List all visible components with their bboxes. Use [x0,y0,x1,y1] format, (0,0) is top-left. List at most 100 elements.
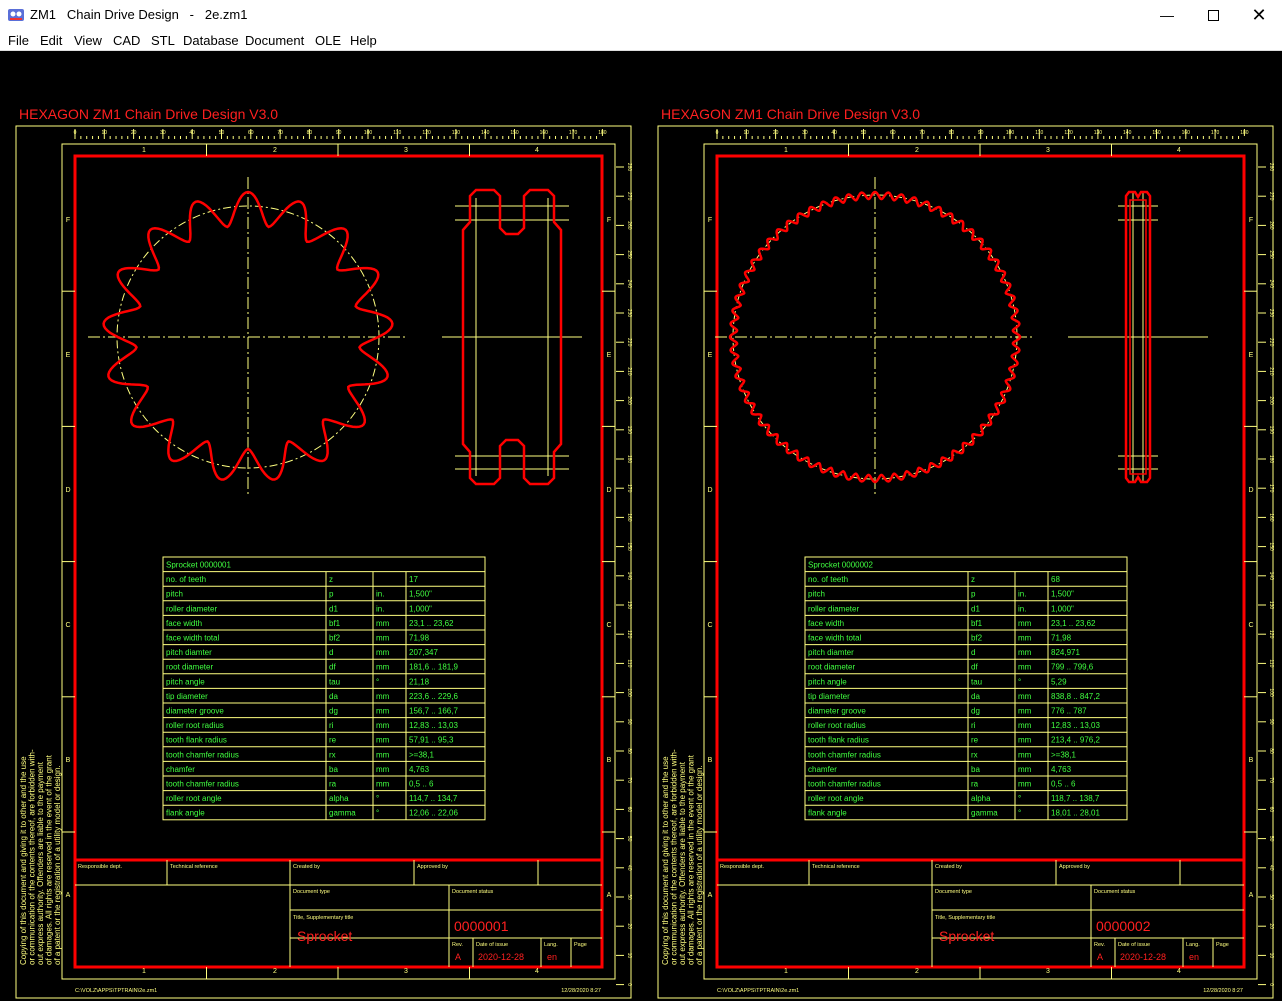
table-cell-symbol: bf2 [329,634,341,643]
table-cell-value: >=38,1 [1051,750,1076,759]
table-cell-unit: mm [1018,634,1032,643]
red-border [715,154,1246,969]
ruler-label: 140 [481,130,490,136]
ruler-label: 150 [626,542,632,551]
menu-cad[interactable]: CAD [113,33,140,48]
zone-row-label: D [707,487,712,494]
ruler-label: 170 [569,130,578,136]
ruler-label: 10 [626,953,632,959]
menu-help[interactable]: Help [350,33,377,48]
table-cell-unit: mm [1018,736,1032,745]
ruler-label: 280 [626,163,632,172]
zone-row-label: F [607,217,611,224]
table-cell-value: 118,7 .. 138,7 [1051,794,1100,803]
table-cell-name: no. of teeth [166,575,206,584]
tb-lang: en [547,952,557,962]
tb-responsible-label: Responsible dept. [720,864,765,870]
table-cell-symbol: da [329,692,338,701]
ruler-label: 70 [919,130,925,136]
ruler-label: 210 [1268,367,1274,376]
drawing-canvas[interactable]: HEXAGON ZM1 Chain Drive Design V3.00 10 20… [0,51,1282,1001]
ruler-label: 0 [716,130,719,136]
ruler-label: 140 [626,572,632,581]
tb-title: Sprocket [297,928,352,944]
table-cell-value: 17 [409,575,418,584]
zone-col-label: 1 [142,147,146,154]
zone-row-label: D [65,487,70,494]
table-cell-unit: mm [376,707,390,716]
menu-file[interactable]: File [8,33,29,48]
table-cell-symbol: gamma [329,809,356,818]
table-cell-name: tooth chamfer radius [808,750,881,759]
table-cell-symbol: bf2 [971,634,983,643]
table-cell-unit: mm [1018,619,1032,628]
menu-ole[interactable]: OLE [315,33,341,48]
tb-doc-type-label: Document type [293,889,330,895]
ruler-label: 160 [1182,130,1191,136]
zone-row-label: F [1249,217,1253,224]
table-cell-value: 18,01 .. 28,01 [1051,809,1100,818]
ruler-label: 0 [74,130,77,136]
ruler-label: 120 [626,630,632,639]
table-cell-unit: mm [376,721,390,730]
table-cell-unit: mm [1018,765,1032,774]
ruler-label: 40 [189,130,195,136]
ruler-label: 190 [626,426,632,435]
table-cell-symbol: rx [971,750,978,759]
zone-row-label: F [708,217,712,224]
table-cell-value: 824,971 [1051,648,1080,657]
table-cell-name: face width [166,619,202,628]
sprocket-profile [102,190,394,481]
zone-col-label: 4 [1177,147,1181,154]
table-cell-symbol: tau [971,677,982,686]
maximize-button[interactable] [1190,0,1236,30]
table-cell-value: 68 [1051,575,1060,584]
ruler-label: 0 [626,983,632,986]
table-cell-symbol: df [971,663,978,672]
table-cell-symbol: re [971,736,979,745]
tb-created-label: Created by [293,864,320,870]
ruler-label: 270 [626,192,632,201]
zone-row-label: F [66,217,70,224]
table-cell-value: 57,91 .. 95,3 [409,736,454,745]
table-cell-symbol: dg [329,707,338,716]
zone-row-label: E [607,352,612,359]
table-cell-symbol: gamma [971,809,998,818]
zone-row-label: B [66,757,71,764]
tb-page-label: Page [1216,942,1229,948]
table-cell-unit: mm [376,663,390,672]
ruler-label: 120 [422,130,431,136]
table-cell-name: face width total [166,634,220,643]
title-bar: ZM1 Chain Drive Design - 2e.zm1 — ✕ [0,0,1282,30]
window-title: ZM1 Chain Drive Design - 2e.zm1 [30,7,248,22]
ruler-label: 230 [626,309,632,318]
ruler-label: 70 [626,777,632,783]
menu-view[interactable]: View [74,33,102,48]
ruler-label: 200 [626,396,632,405]
tb-technical-label: Technical reference [812,864,860,870]
ruler-label: 190 [1268,426,1274,435]
menu-stl[interactable]: STL [151,33,175,48]
ruler-label: 110 [626,659,632,667]
footer-path: C:\VOLZ\APPS\TPTRAIN\2e.zm1 [717,988,799,994]
menu-document[interactable]: Document [245,33,304,48]
table-cell-unit: ° [376,809,379,818]
ruler-label: 240 [626,280,632,289]
close-button[interactable]: ✕ [1236,0,1282,30]
zone-col-label: 3 [404,147,408,154]
tb-created-label: Created by [935,864,962,870]
table-cell-value: 23,1 .. 23,62 [409,619,454,628]
table-cell-value: 799 .. 799,6 [1051,663,1094,672]
ruler-label: 230 [1268,309,1274,318]
title-block: Responsible dept. Technical reference Crea… [717,858,1244,967]
minimize-button[interactable]: — [1144,0,1190,30]
tb-rev: A [455,952,461,962]
ruler-label: 90 [978,130,984,136]
table-cell-unit: mm [376,765,390,774]
ruler-label: 100 [626,688,632,697]
menu-edit[interactable]: Edit [40,33,62,48]
ruler-label: 70 [277,130,283,136]
minimize-icon: — [1160,7,1174,23]
menu-database[interactable]: Database [183,33,239,48]
table-cell-value: 71,98 [409,634,430,643]
